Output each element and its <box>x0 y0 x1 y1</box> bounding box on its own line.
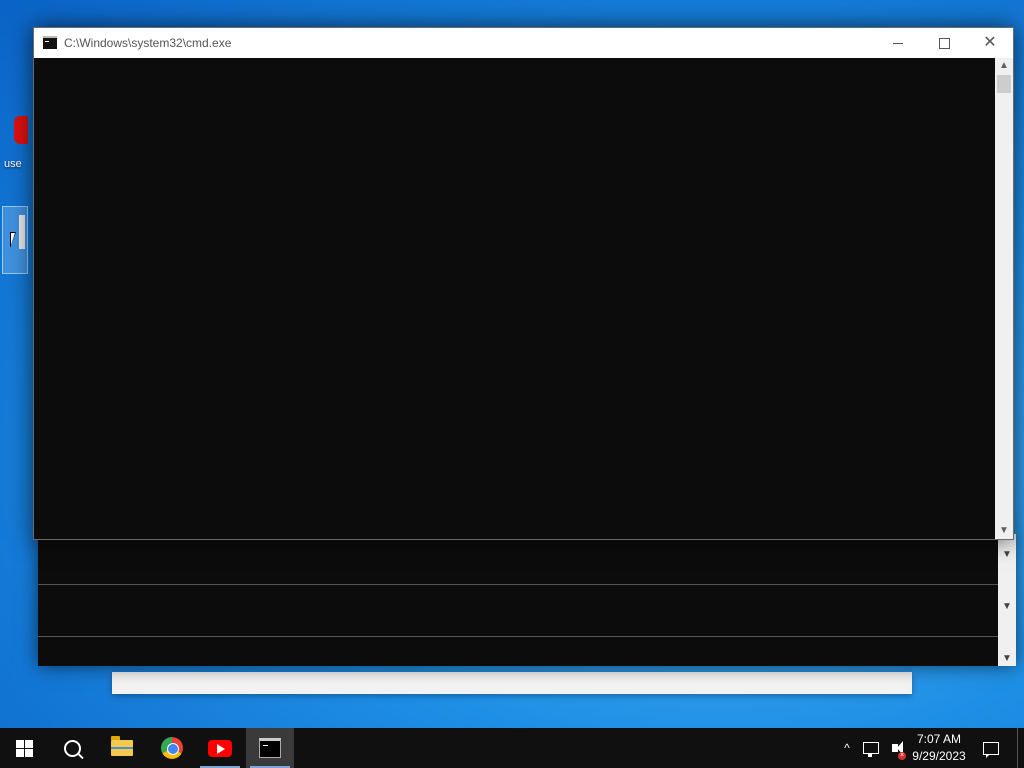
scroll-thumb[interactable] <box>997 75 1011 93</box>
chevron-down-icon[interactable]: ▼ <box>1002 602 1012 612</box>
chevron-up-icon[interactable]: ^ <box>838 728 856 768</box>
chrome-icon <box>161 737 183 759</box>
chevron-down-icon[interactable]: ▼ <box>1002 654 1012 664</box>
console-area[interactable] <box>34 58 995 539</box>
clock-time: 7:07 AM <box>916 732 962 746</box>
folder-icon <box>111 736 133 756</box>
volume-muted-icon[interactable]: × <box>884 728 906 768</box>
minimize-icon <box>893 42 903 44</box>
command-prompt-button[interactable] <box>246 728 294 768</box>
minimize-button[interactable] <box>875 28 921 58</box>
notification-button[interactable] <box>976 728 1006 768</box>
close-button[interactable]: ✕ <box>967 28 1013 58</box>
notification-icon <box>983 741 999 758</box>
taskbar: ^ × 7:07 AM 9/29/2023 <box>0 728 1024 768</box>
clock-date: 9/29/2023 <box>912 749 966 763</box>
desktop: use ▼ ▼ ▼ C:\Windows\system32\cmd.exe ✕ <box>0 0 1024 728</box>
search-icon <box>63 739 81 757</box>
title-bar[interactable]: C:\Windows\system32\cmd.exe ✕ <box>34 28 1013 58</box>
file-explorer-button[interactable] <box>98 728 146 768</box>
window-title: C:\Windows\system32\cmd.exe <box>64 36 232 50</box>
background-pane <box>38 586 998 637</box>
search-button[interactable] <box>48 728 96 768</box>
cmd-window[interactable]: C:\Windows\system32\cmd.exe ✕ ▲ ▼ <box>33 27 1014 540</box>
start-button[interactable] <box>0 728 48 768</box>
background-pane <box>38 534 998 585</box>
desktop-icon-label[interactable]: use <box>4 158 22 170</box>
background-console-window[interactable]: ▼ ▼ ▼ <box>38 534 1016 666</box>
desktop-app-icon[interactable] <box>14 116 28 144</box>
background-window-strip <box>112 672 912 694</box>
chrome-button[interactable] <box>148 728 196 768</box>
youtube-button[interactable] <box>196 728 244 768</box>
vertical-scrollbar[interactable]: ▲ ▼ <box>995 58 1013 539</box>
mouse-cursor-icon <box>10 232 22 248</box>
windows-logo-icon <box>15 739 33 757</box>
cmd-icon <box>259 738 281 758</box>
show-desktop-button[interactable] <box>1017 728 1024 768</box>
maximize-icon <box>938 37 950 49</box>
scroll-down-icon[interactable]: ▼ <box>995 523 1013 539</box>
network-icon[interactable] <box>860 728 882 768</box>
maximize-button[interactable] <box>921 28 967 58</box>
scroll-up-icon[interactable]: ▲ <box>995 58 1013 74</box>
close-icon: ✕ <box>983 34 997 51</box>
youtube-icon <box>208 739 232 757</box>
clock[interactable]: 7:07 AM 9/29/2023 <box>906 731 972 765</box>
background-scrollbar[interactable]: ▼ ▼ ▼ <box>998 534 1016 666</box>
chevron-down-icon[interactable]: ▼ <box>1002 550 1012 560</box>
cmd-icon[interactable] <box>43 36 57 49</box>
